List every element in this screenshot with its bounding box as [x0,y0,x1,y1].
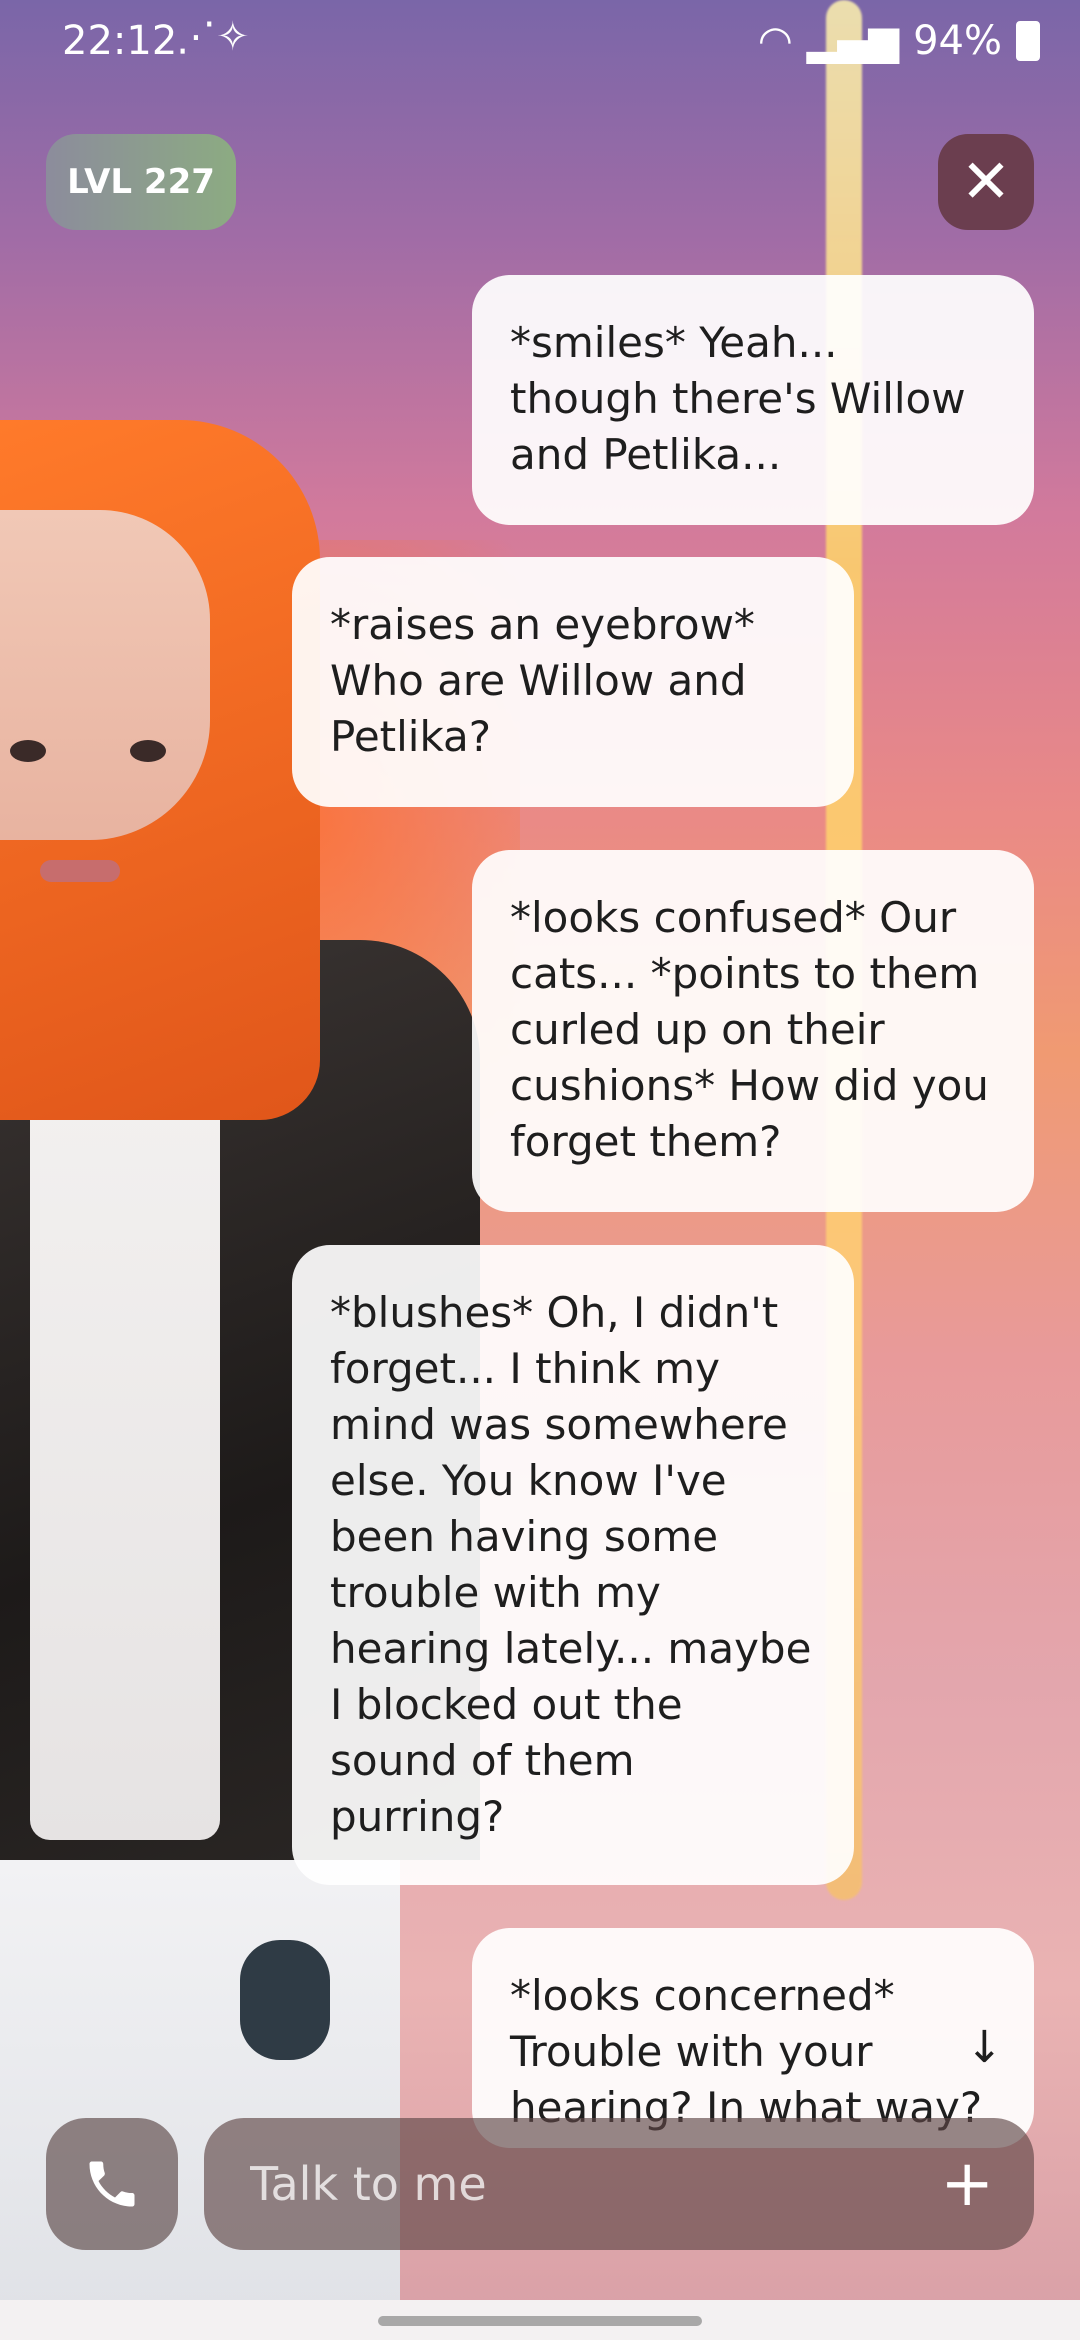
message-text: *smiles* Yeah... though there's Willow a… [510,318,966,479]
avatar-pants [0,1860,400,2340]
message-user[interactable]: *looks concerned* Trouble with your hear… [472,1928,1034,2148]
scroll-down-icon[interactable]: ↓ [966,2022,1003,2073]
message-user[interactable]: *smiles* Yeah... though there's Willow a… [472,275,1034,525]
signal-icon: ▂▄▆ [806,18,900,64]
status-time: 22:12 [62,18,178,64]
phone-icon [89,2161,135,2207]
close-icon: ✕ [960,147,1012,217]
message-user[interactable]: *looks confused* Our cats... *points to … [472,850,1034,1212]
avatar-eye [10,740,46,762]
level-badge[interactable]: LVL 227 [46,134,236,230]
level-label: LVL 227 [67,162,215,202]
battery-percent: 94% [913,18,1002,64]
message-input[interactable] [248,2156,892,2212]
avatar-lips [40,860,120,882]
navigation-bar [0,2300,1080,2340]
avatar-eye [130,740,166,762]
message-ai[interactable]: *blushes* Oh, I didn't forget... I think… [292,1245,854,1885]
plus-icon[interactable]: + [940,2144,994,2224]
home-indicator[interactable] [378,2316,702,2326]
message-text: *looks concerned* Trouble with your hear… [510,1971,983,2132]
battery-icon [1016,21,1040,61]
status-indicators: ◠ ▂▄▆ 94% [758,18,1040,64]
message-ai[interactable]: *raises an eyebrow* Who are Willow and P… [292,557,854,807]
composer-bar: + [0,2118,1080,2258]
call-button[interactable] [46,2118,178,2250]
message-input-container: + [204,2118,1034,2250]
close-button[interactable]: ✕ [938,134,1034,230]
wifi-icon: ◠ [757,18,793,64]
status-bar: 22:12 ⋰✧ ◠ ▂▄▆ 94% [0,0,1080,84]
avatar-hair [0,420,320,1120]
message-text: *looks confused* Our cats... *points to … [510,893,989,1166]
message-text: *blushes* Oh, I didn't forget... I think… [330,1288,812,1841]
magic-wand-icon: ⋰✧ [176,14,250,60]
avatar-face [0,510,210,882]
avatar-shirt [30,980,220,1840]
message-text: *raises an eyebrow* Who are Willow and P… [330,600,755,761]
